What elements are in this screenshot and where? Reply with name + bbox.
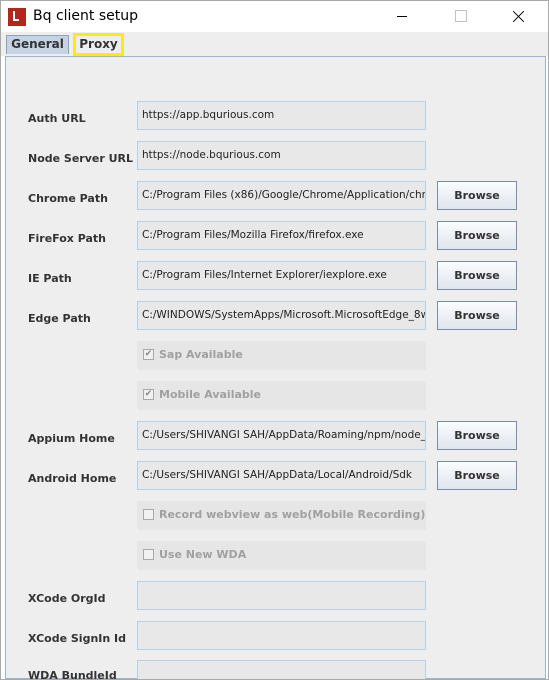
firefox-browse-button[interactable]: Browse — [437, 221, 517, 250]
sap-available-row: ✔ Sap Available — [137, 341, 426, 370]
ie-path-label: IE Path — [28, 272, 72, 285]
ie-browse-button[interactable]: Browse — [437, 261, 517, 290]
auth-url-label: Auth URL — [28, 112, 86, 125]
node-server-url-label: Node Server URL — [28, 152, 134, 165]
edge-browse-button[interactable]: Browse — [437, 301, 517, 330]
tab-general[interactable]: General — [6, 35, 69, 54]
title-bar: Bq client setup — [1, 1, 548, 32]
xcode-orgid-label: XCode OrgId — [28, 592, 106, 605]
mobile-available-label: Mobile Available — [159, 388, 261, 401]
mobile-available-checkbox[interactable]: ✔ — [143, 389, 154, 400]
wda-bundleid-field[interactable] — [137, 660, 426, 679]
firefox-path-label: FireFox Path — [28, 232, 106, 245]
node-server-url-field[interactable]: https://node.bqurious.com — [137, 141, 426, 170]
setup-window: Bq client setup General Proxy Auth URL h… — [0, 0, 549, 680]
xcode-orgid-field[interactable] — [137, 581, 426, 610]
tab-proxy[interactable]: Proxy — [73, 33, 124, 56]
appium-home-label: Appium Home — [28, 432, 115, 445]
settings-form: Auth URL https://app.bqurious.com Node S… — [11, 60, 537, 679]
android-home-field[interactable]: C:/Users/SHIVANGI SAH/AppData/Local/Andr… — [137, 461, 426, 490]
window-title: Bq client setup — [33, 8, 138, 24]
use-new-wda-checkbox[interactable] — [143, 549, 154, 560]
use-new-wda-row: Use New WDA — [137, 541, 426, 570]
chrome-path-label: Chrome Path — [28, 192, 108, 205]
record-webview-label: Record webview as web(Mobile Recording) — [159, 508, 426, 521]
wda-bundleid-label: WDA BundleId — [28, 669, 117, 679]
mobile-available-row: ✔ Mobile Available — [137, 381, 426, 410]
android-home-label: Android Home — [28, 472, 117, 485]
close-button[interactable] — [496, 1, 542, 32]
edge-path-field[interactable]: C:/WINDOWS/SystemApps/Microsoft.Microsof… — [137, 301, 426, 330]
tab-strip: General Proxy — [1, 32, 548, 56]
xcode-signin-id-label: XCode SignIn Id — [28, 632, 127, 645]
record-webview-row: Record webview as web(Mobile Recording) — [137, 501, 426, 530]
appium-home-field[interactable]: C:/Users/SHIVANGI SAH/AppData/Roaming/np… — [137, 421, 426, 450]
chrome-browse-button[interactable]: Browse — [437, 181, 517, 210]
firefox-path-field[interactable]: C:/Program Files/Mozilla Firefox/firefox… — [137, 221, 426, 250]
record-webview-checkbox[interactable] — [143, 509, 154, 520]
edge-path-label: Edge Path — [28, 312, 91, 325]
chrome-path-field[interactable]: C:/Program Files (x86)/Google/Chrome/App… — [137, 181, 426, 210]
android-browse-button[interactable]: Browse — [437, 461, 517, 490]
xcode-signin-id-field[interactable] — [137, 621, 426, 650]
use-new-wda-label: Use New WDA — [159, 548, 247, 561]
auth-url-field[interactable]: https://app.bqurious.com — [137, 101, 426, 130]
maximize-button[interactable] — [438, 1, 484, 32]
minimize-button[interactable] — [379, 1, 425, 32]
app-logo-icon — [8, 8, 26, 26]
sap-available-label: Sap Available — [159, 348, 243, 361]
general-settings-panel: Auth URL https://app.bqurious.com Node S… — [5, 56, 546, 679]
appium-browse-button[interactable]: Browse — [437, 421, 517, 450]
sap-available-checkbox[interactable]: ✔ — [143, 349, 154, 360]
ie-path-field[interactable]: C:/Program Files/Internet Explorer/iexpl… — [137, 261, 426, 290]
